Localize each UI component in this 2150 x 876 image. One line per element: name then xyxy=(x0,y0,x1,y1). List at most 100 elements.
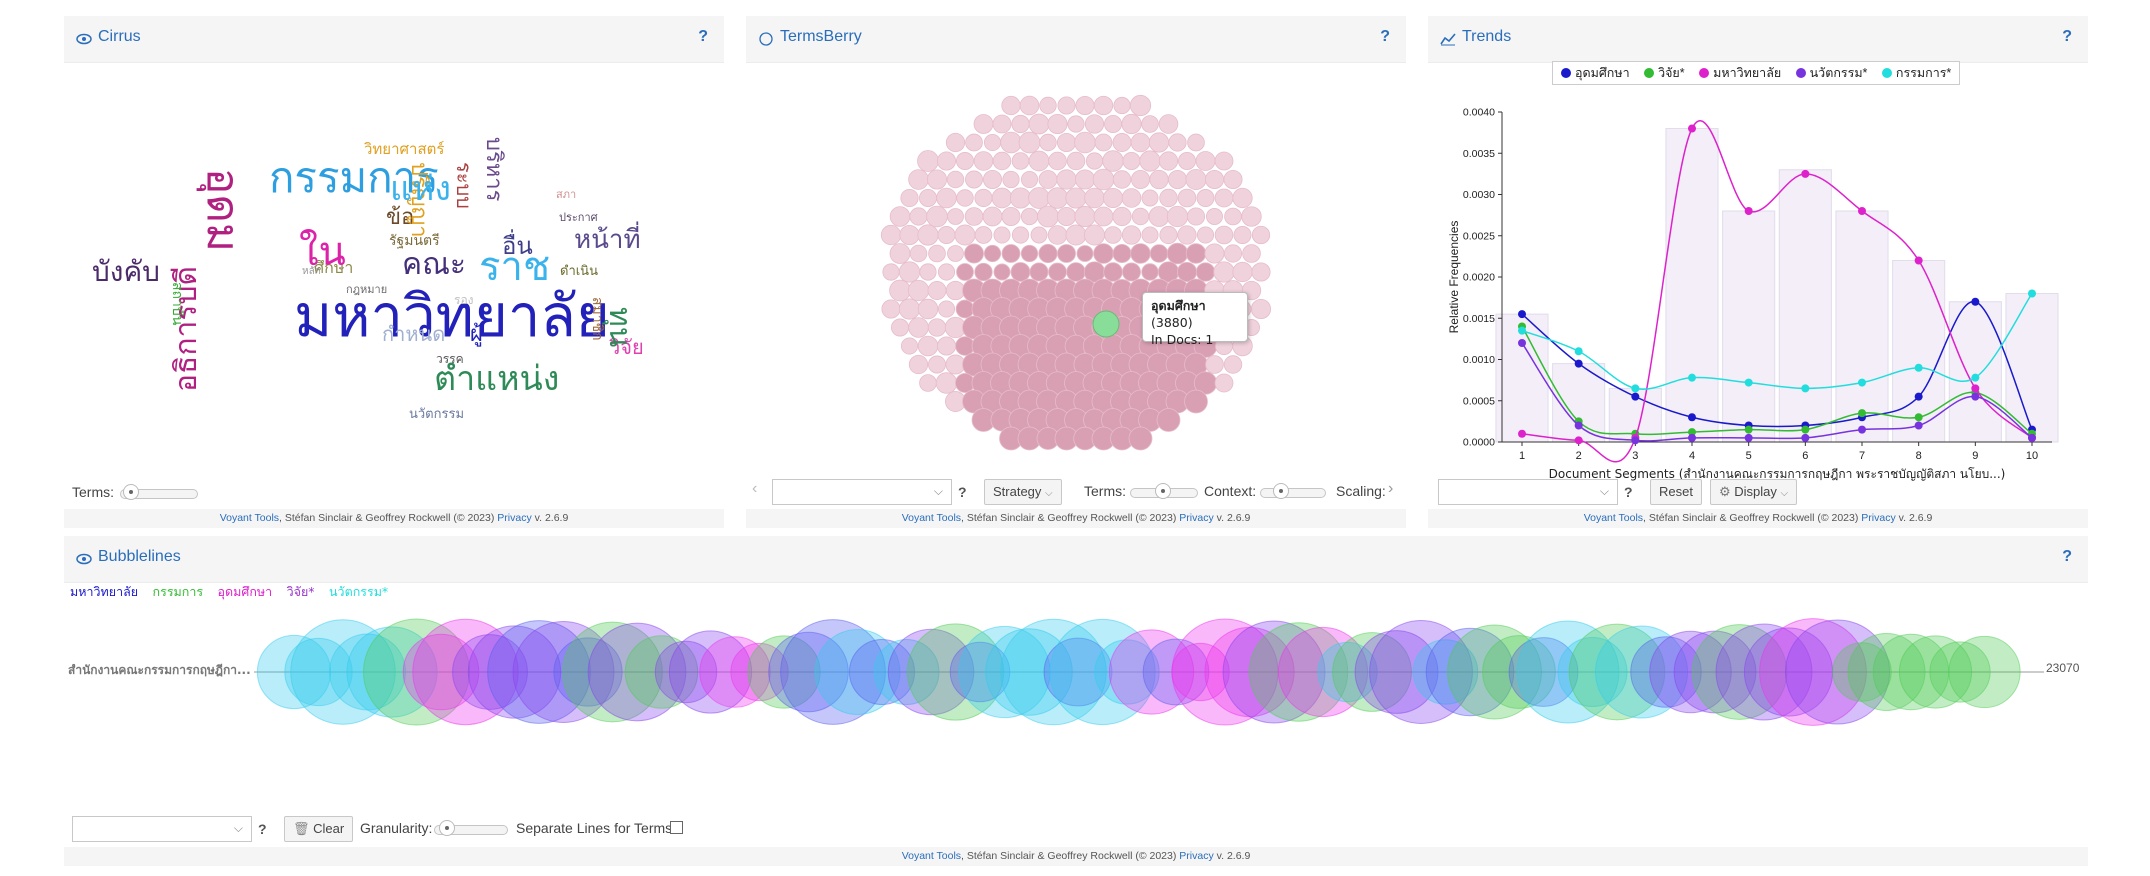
strategy-button[interactable]: Strategy ⌵ xyxy=(984,479,1062,505)
term-bubble[interactable] xyxy=(974,262,993,282)
term-bubble[interactable] xyxy=(1011,152,1030,170)
term-bubble[interactable] xyxy=(928,244,946,263)
series-point[interactable] xyxy=(1914,392,1923,401)
term-bubble[interactable] xyxy=(1104,115,1122,133)
series-point[interactable] xyxy=(1744,433,1753,442)
term-bubble[interactable] xyxy=(889,243,911,264)
trends-term-combo[interactable]: ⌵ xyxy=(1438,479,1618,505)
slider-knob[interactable] xyxy=(123,484,139,500)
term-bubble[interactable] xyxy=(1232,261,1253,283)
series-point[interactable] xyxy=(1858,409,1866,418)
term-bubble[interactable] xyxy=(945,132,966,153)
term-bubble[interactable] xyxy=(964,207,984,226)
term-bubble[interactable] xyxy=(1083,224,1106,246)
term-bubble[interactable] xyxy=(1122,152,1141,170)
term-bubble[interactable] xyxy=(1204,169,1225,190)
context-slider[interactable] xyxy=(1260,483,1326,499)
trends-toolbar-help[interactable]: ? xyxy=(1624,484,1633,500)
term-bubble[interactable] xyxy=(1030,226,1048,244)
term-bubble[interactable] xyxy=(1056,206,1077,227)
series-point[interactable] xyxy=(1914,256,1923,265)
series-point[interactable] xyxy=(2028,289,2036,298)
term-bubble[interactable] xyxy=(1074,169,1096,190)
term-bubble[interactable] xyxy=(1141,226,1159,244)
series-point[interactable] xyxy=(1744,207,1753,215)
series-point[interactable] xyxy=(1574,421,1583,430)
term-bubble[interactable] xyxy=(1214,188,1234,208)
term-bubble[interactable] xyxy=(1177,225,1197,245)
term-bubble[interactable] xyxy=(1047,225,1068,245)
term-bubble[interactable] xyxy=(956,152,974,170)
term-bubble[interactable] xyxy=(1168,133,1187,152)
term-bubble[interactable] xyxy=(936,151,957,171)
term-bubble[interactable] xyxy=(936,187,957,209)
series-point[interactable] xyxy=(1801,384,1810,393)
term-bubble[interactable] xyxy=(1000,131,1022,154)
cloud-word[interactable]: บริหาร xyxy=(481,137,506,201)
term-bubble[interactable] xyxy=(1046,187,1069,209)
bubblelines-help-button[interactable]: ? xyxy=(2062,548,2072,566)
term-bubble[interactable] xyxy=(1131,207,1150,226)
series-point[interactable] xyxy=(1574,347,1583,356)
cloud-word[interactable]: วิทยาศาสตร์ xyxy=(364,142,444,157)
term-bubble[interactable] xyxy=(1112,243,1132,264)
cloud-word[interactable]: หน้าที่ xyxy=(574,227,641,253)
term-bubble[interactable] xyxy=(1223,244,1243,263)
term-bubble[interactable] xyxy=(993,226,1011,244)
term-bubble[interactable] xyxy=(1158,151,1179,171)
term-bubble[interactable] xyxy=(1214,225,1234,245)
term-bubble[interactable] xyxy=(1112,133,1132,152)
term-bubble[interactable] xyxy=(1177,188,1197,208)
term-bubble[interactable] xyxy=(1039,133,1057,152)
term-bubble[interactable] xyxy=(1121,225,1142,245)
series-point[interactable] xyxy=(1914,363,1923,372)
term-bubble[interactable] xyxy=(1076,245,1094,262)
term-bubble[interactable] xyxy=(889,279,911,302)
term-bubble[interactable] xyxy=(1149,244,1169,263)
term-bubble[interactable] xyxy=(936,336,957,356)
term-bubble[interactable] xyxy=(1001,244,1021,263)
term-bubble[interactable] xyxy=(909,207,928,226)
term-bubble[interactable] xyxy=(1121,188,1142,208)
term-bubble[interactable] xyxy=(1028,113,1050,135)
term-bubble[interactable] xyxy=(947,208,964,225)
term-bubble[interactable] xyxy=(1039,96,1057,115)
cloud-word[interactable]: แห่ง xyxy=(390,172,451,206)
term-bubble[interactable] xyxy=(1038,243,1058,264)
voyant-link[interactable]: Voyant Tools xyxy=(902,512,961,524)
term-bubble[interactable] xyxy=(1196,226,1215,244)
term-bubble[interactable] xyxy=(1224,207,1242,226)
term-bubble[interactable] xyxy=(937,263,956,281)
term-bubble[interactable] xyxy=(1020,207,1039,226)
term-bubble[interactable] xyxy=(1028,150,1050,172)
bubbleline-term[interactable]: วิจัย* xyxy=(287,582,315,602)
cloud-word[interactable]: รอง xyxy=(454,294,474,306)
term-bubble[interactable] xyxy=(1102,187,1124,209)
series-point[interactable] xyxy=(1631,392,1640,401)
cloud-word[interactable]: ประกาศ xyxy=(559,212,598,223)
term-bubble[interactable] xyxy=(956,189,974,207)
cloud-word[interactable]: คณะ xyxy=(402,250,466,280)
term-bubble[interactable] xyxy=(927,318,947,337)
term-bubble[interactable] xyxy=(1102,150,1124,172)
term-bubble[interactable] xyxy=(919,374,937,392)
term-bubble[interactable] xyxy=(1178,152,1196,170)
cloud-word[interactable]: ผู้ xyxy=(470,324,483,346)
term-bubble[interactable] xyxy=(1176,261,1198,283)
trends-help-button[interactable]: ? xyxy=(2062,28,2072,46)
term-bubble[interactable] xyxy=(1028,187,1050,209)
series-point[interactable] xyxy=(1518,429,1526,438)
term-bubble[interactable] xyxy=(956,263,974,281)
term-bubble[interactable] xyxy=(927,281,947,300)
term-bubble[interactable] xyxy=(898,298,921,320)
series-point[interactable] xyxy=(1631,384,1640,393)
term-bubble[interactable] xyxy=(1148,206,1170,227)
series-point[interactable] xyxy=(1801,425,1810,434)
term-bubble[interactable] xyxy=(919,189,937,207)
term-bubble[interactable] xyxy=(973,151,994,171)
term-bubble[interactable] xyxy=(1122,262,1141,282)
term-bubble[interactable] xyxy=(917,150,939,172)
term-bubble[interactable] xyxy=(1206,208,1223,225)
term-bubble[interactable] xyxy=(1019,95,1040,116)
bubbleline-term[interactable]: อุดมศึกษา xyxy=(218,582,273,602)
